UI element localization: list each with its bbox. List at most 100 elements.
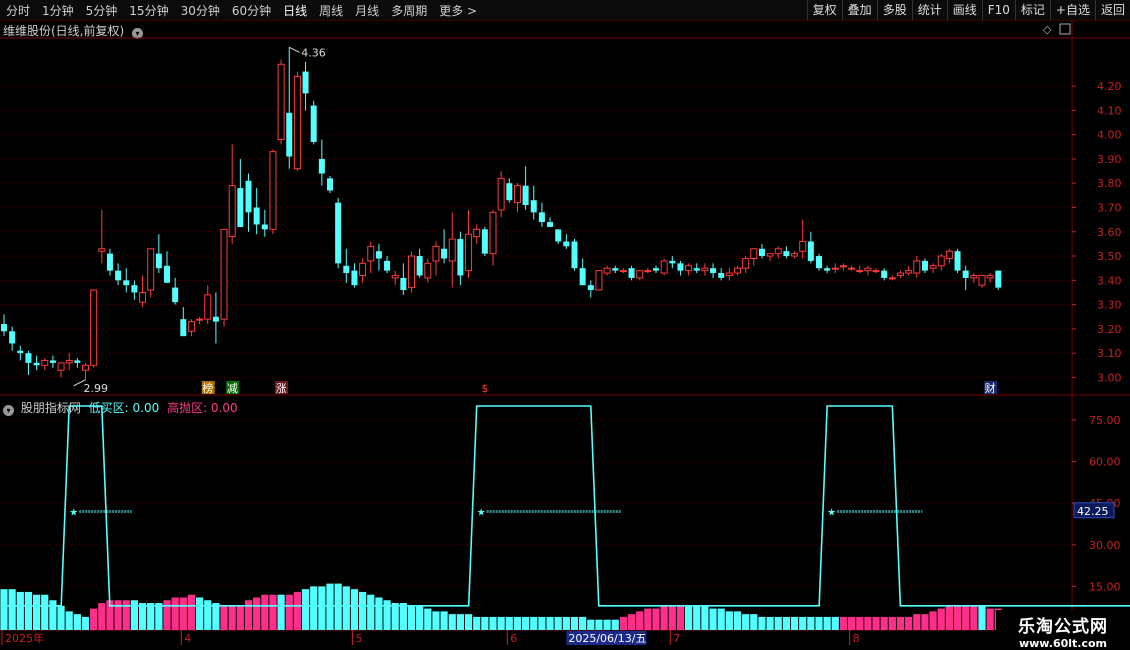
candle-body xyxy=(359,262,367,276)
histogram-bar xyxy=(676,605,685,630)
candle-body xyxy=(628,268,635,278)
candle-body xyxy=(742,257,750,269)
histogram-bar xyxy=(391,603,399,630)
histogram-bar xyxy=(978,605,986,630)
histogram-bar xyxy=(73,614,81,630)
histogram-bar xyxy=(896,616,905,630)
tab-timeframe-3[interactable]: 15分钟 xyxy=(123,2,174,19)
toolbar-button-2[interactable]: 多股 xyxy=(876,0,912,20)
candle-body xyxy=(172,287,179,303)
histogram-bar xyxy=(16,591,24,630)
time-axis-label: 5 xyxy=(355,632,362,645)
histogram-bar xyxy=(929,611,937,630)
toolbar-button-8[interactable]: 返回 xyxy=(1094,0,1130,20)
price-tick-label: 3.50 xyxy=(1097,250,1122,263)
histogram-bar xyxy=(603,619,611,630)
candle-body xyxy=(710,268,717,274)
price-tick-label: 3.90 xyxy=(1097,153,1122,166)
histogram-bar xyxy=(782,616,790,630)
price-tick-label: 4.10 xyxy=(1097,104,1122,117)
event-marker: $ xyxy=(481,382,488,395)
candle-body xyxy=(41,359,49,366)
price-tick-label: 3.20 xyxy=(1097,323,1122,336)
tab-timeframe-1[interactable]: 1分钟 xyxy=(36,2,80,19)
stock-chart[interactable]: 4.20 4.10 4.00 3.90 3.80 3.70 3.60 3.50 3.40 3.30… xyxy=(0,0,1130,650)
histogram-bar xyxy=(98,603,106,630)
candle-body xyxy=(660,260,668,274)
candle-body xyxy=(579,268,586,286)
histogram-bar xyxy=(244,600,253,630)
price-tick-label: 3.00 xyxy=(1097,371,1122,384)
histogram-bar xyxy=(399,603,407,630)
candle-body xyxy=(457,239,464,276)
histogram-bar xyxy=(236,605,244,630)
histogram-bar xyxy=(440,611,448,630)
candle-body xyxy=(791,253,799,257)
tab-timeframe-2[interactable]: 5分钟 xyxy=(80,2,124,19)
histogram-bar xyxy=(725,611,733,630)
histogram-bar xyxy=(758,616,766,630)
chevron-down-icon[interactable]: ▾ xyxy=(132,28,144,39)
candle-body xyxy=(74,360,81,363)
tab-timeframe-5[interactable]: 60分钟 xyxy=(226,2,277,19)
tab-timeframe-0[interactable]: 分时 xyxy=(0,2,36,19)
histogram-bar xyxy=(530,616,538,630)
candle-body xyxy=(970,274,978,279)
histogram-bar xyxy=(130,600,138,630)
candle-body xyxy=(261,224,268,230)
candle-body xyxy=(547,222,554,227)
histogram-bar xyxy=(701,605,709,630)
toolbar-button-5[interactable]: F10 xyxy=(981,0,1015,20)
histogram-bar xyxy=(587,619,595,630)
candle-body xyxy=(367,245,375,262)
histogram-bar xyxy=(424,608,432,630)
tab-timeframe-10[interactable]: 更多 > xyxy=(433,2,483,19)
histogram-bar xyxy=(831,616,839,630)
toolbar-button-7[interactable]: +自选 xyxy=(1049,0,1095,20)
histogram-bar xyxy=(636,611,644,630)
tab-timeframe-9[interactable]: 多周期 xyxy=(385,2,433,19)
histogram-bar xyxy=(766,616,774,630)
histogram-bar xyxy=(685,605,693,630)
histogram-bar xyxy=(57,605,65,630)
candle-body xyxy=(497,177,505,211)
price-tick-label: 4.00 xyxy=(1097,129,1122,142)
histogram-bar xyxy=(799,616,807,630)
histogram-bar xyxy=(815,616,823,630)
toolbar-button-4[interactable]: 画线 xyxy=(946,0,982,20)
chevron-down-icon[interactable]: ▾ xyxy=(3,405,14,416)
candle-body xyxy=(774,248,782,255)
toolbar-button-1[interactable]: 叠加 xyxy=(841,0,877,20)
tab-timeframe-6[interactable]: 日线 xyxy=(277,2,313,19)
candle-body xyxy=(612,268,619,271)
toolbar-button-3[interactable]: 统计 xyxy=(911,0,947,20)
histogram-bar xyxy=(554,616,562,630)
histogram-bar xyxy=(416,605,424,630)
candle-body xyxy=(351,270,358,286)
candle-body xyxy=(481,229,488,254)
candle-body xyxy=(783,251,790,257)
candle-body xyxy=(9,331,16,344)
tab-timeframe-8[interactable]: 月线 xyxy=(349,2,385,19)
candle-body xyxy=(587,285,594,291)
histogram-bar xyxy=(807,616,815,630)
time-axis-label: 8 xyxy=(853,632,860,645)
histogram-bar xyxy=(106,600,114,630)
toolbar-button-0[interactable]: 复权 xyxy=(806,0,842,20)
candle-body xyxy=(416,256,423,276)
histogram-bar xyxy=(0,589,8,630)
candle-body xyxy=(465,233,473,272)
candle-body xyxy=(212,316,219,322)
histogram-bar xyxy=(293,591,301,630)
histogram-bar xyxy=(962,605,970,630)
candle-body xyxy=(929,265,937,269)
signal-line xyxy=(4,405,1130,607)
tab-timeframe-4[interactable]: 30分钟 xyxy=(175,2,226,19)
candle-body xyxy=(758,248,765,257)
toolbar-button-6[interactable]: 标记 xyxy=(1014,0,1050,20)
histogram-bar xyxy=(359,591,367,630)
histogram-bar xyxy=(228,605,236,630)
tab-timeframe-7[interactable]: 周线 xyxy=(313,2,349,19)
watermark-title: 乐淘公式网 xyxy=(1018,617,1108,637)
histogram-bar xyxy=(33,594,41,630)
